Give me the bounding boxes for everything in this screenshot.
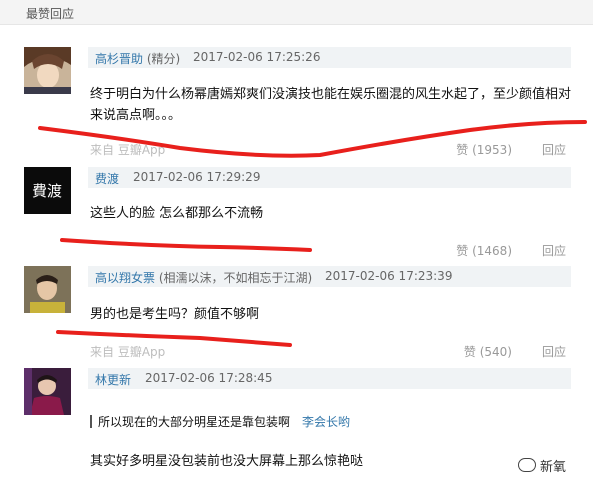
avatar-image: 費渡 [24,167,71,214]
user-link[interactable]: 高杉晋助 (精分) [95,50,180,67]
comment-meta: 费渡 2017-02-06 17:29:29 [88,167,571,188]
quoted-reply: 所以现在的大部分明星还是靠包装啊 李会长哟 [90,413,350,430]
comment-text: 其实好多明星没包装前也没大屏幕上那么惊艳哒 [90,454,364,469]
like-button[interactable]: 赞 (1468) [456,242,512,259]
avatar[interactable] [24,368,71,415]
user-tag: (精分) [146,52,181,66]
like-button[interactable]: 赞 (540) [464,343,512,360]
avatar[interactable] [24,47,71,94]
user-link[interactable]: 林更新 [95,371,131,388]
comment-text: 男的也是考生吗？颜值不够啊 [90,307,260,322]
comment-time: 2017-02-06 17:25:26 [193,50,321,64]
user-link[interactable]: 高以翔女票 (相濡以沫，不如相忘于江湖) [95,269,312,286]
comment-text: 终于明白为什么杨幂唐嫣郑爽们没演技也能在娱乐圈混的风生水起了，至少颜值相对来说高… [90,87,572,123]
avatar-image [24,368,71,415]
reply-button[interactable]: 回应 [542,242,566,259]
svg-text:費渡: 費渡 [32,182,62,200]
comment-meta: 林更新 2017-02-06 17:28:45 [88,368,571,389]
quote-author-link[interactable]: 李会长哟 [302,415,350,429]
watermark-text: 新氧 [540,460,567,475]
comment-source[interactable]: 来自 豆瓣App [90,141,165,158]
watermark: 新氧 [518,456,566,475]
comment-time: 2017-02-06 17:28:45 [145,371,273,385]
comment-meta: 高以翔女票 (相濡以沫，不如相忘于江湖) 2017-02-06 17:23:39 [88,266,571,287]
reply-button[interactable]: 回应 [542,343,566,360]
comment-text: 这些人的脸 怎么都那么不流畅 [90,206,264,221]
section-header: 最赞回应 [0,0,593,25]
avatar[interactable] [24,266,71,313]
wechat-icon [518,458,536,472]
reply-button[interactable]: 回应 [542,141,566,158]
section-title: 最赞回应 [26,7,75,21]
marker-stroke-2 [60,238,312,252]
like-button[interactable]: 赞 (1953) [456,141,512,158]
comment-meta: 高杉晋助 (精分) 2017-02-06 17:25:26 [88,47,571,68]
user-tag: (相濡以沫，不如相忘于江湖) [158,271,313,285]
comment-time: 2017-02-06 17:29:29 [133,170,261,184]
quote-bar [90,415,92,428]
comment-source[interactable]: 来自 豆瓣App [90,343,165,360]
quote-text: 所以现在的大部分明星还是靠包装啊 [98,415,291,429]
avatar-image [24,266,71,313]
avatar[interactable]: 費渡 [24,167,71,214]
comment-time: 2017-02-06 17:23:39 [325,269,453,283]
avatar-image [24,47,71,94]
user-link[interactable]: 费渡 [95,170,119,187]
